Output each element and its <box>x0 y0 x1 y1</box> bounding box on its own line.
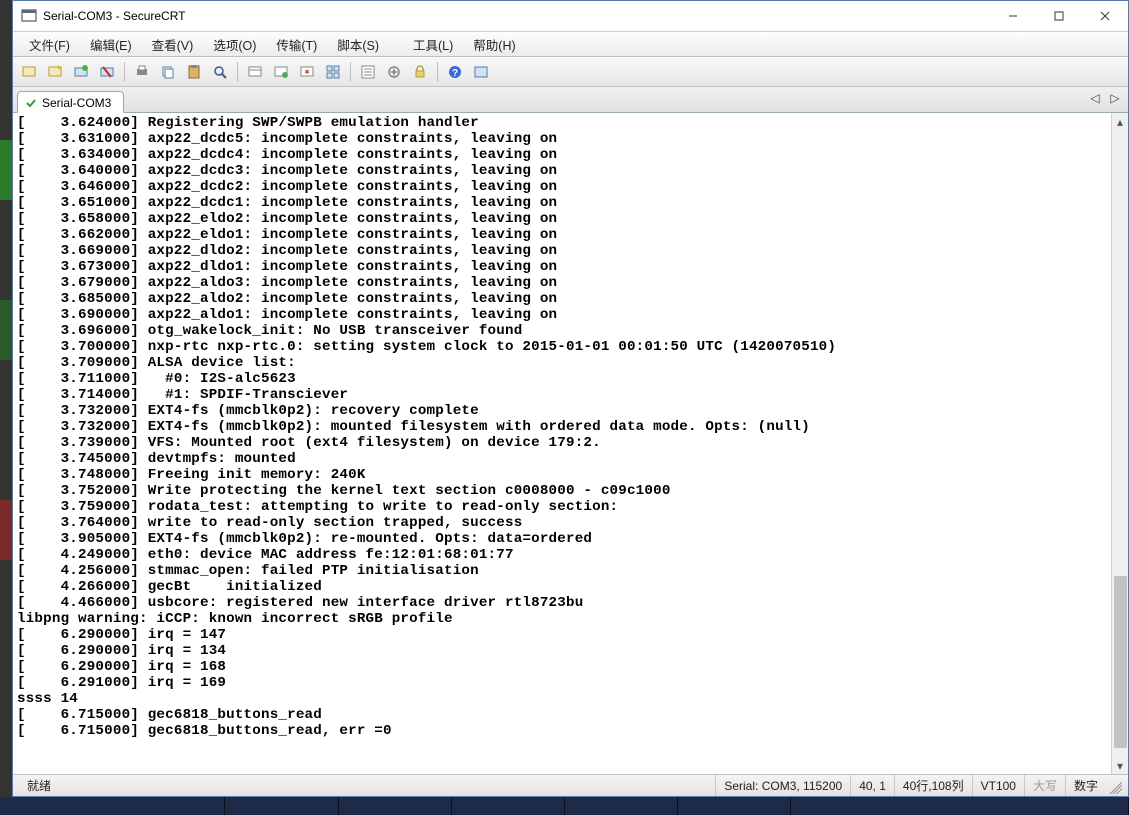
status-connection: Serial: COM3, 115200 <box>715 775 850 796</box>
status-emulation: VT100 <box>972 775 1024 796</box>
svg-text:✶: ✶ <box>303 67 311 77</box>
paste-icon[interactable] <box>182 60 206 84</box>
svg-text:?: ? <box>452 68 458 79</box>
tile-icon[interactable] <box>321 60 345 84</box>
new-session-icon[interactable]: ✶ <box>295 60 319 84</box>
tabstrip: Serial-COM3 ◁ ▷ <box>13 87 1128 113</box>
scroll-up-icon[interactable]: ▴ <box>1112 113 1128 130</box>
window-title: Serial-COM3 - SecureCRT <box>43 9 185 23</box>
desktop-fragment <box>0 0 12 815</box>
app-window: Serial-COM3 - SecureCRT 文件(F) 编辑(E) 查看(V… <box>12 0 1129 797</box>
menu-file[interactable]: 文件(F) <box>19 32 80 57</box>
resize-grip-icon[interactable] <box>1106 778 1122 794</box>
statusbar: 就绪 Serial: COM3, 115200 40, 1 40行,108列 V… <box>13 774 1128 796</box>
tab-serial-com3[interactable]: Serial-COM3 <box>17 91 124 113</box>
toolbar: ✶ ? <box>13 57 1128 87</box>
about-icon[interactable] <box>469 60 493 84</box>
print-icon[interactable] <box>130 60 154 84</box>
status-ready: 就绪 <box>19 775 59 796</box>
close-button[interactable] <box>1082 1 1128 31</box>
status-caps: 大写 <box>1024 775 1065 796</box>
help-icon[interactable]: ? <box>443 60 467 84</box>
terminal-area: [ 3.624000] Registering SWP/SWPB emulati… <box>13 113 1128 774</box>
quick-connect-icon[interactable] <box>43 60 67 84</box>
vertical-scrollbar[interactable]: ▴ ▾ <box>1111 113 1128 774</box>
tab-next-icon[interactable]: ▷ <box>1108 91 1122 105</box>
reconnect-icon[interactable] <box>69 60 93 84</box>
connected-icon <box>24 96 38 110</box>
menu-transfer[interactable]: 传输(T) <box>266 32 327 57</box>
menu-script[interactable]: 脚本(S) <box>327 32 389 57</box>
titlebar[interactable]: Serial-COM3 - SecureCRT <box>13 1 1128 31</box>
menu-view[interactable]: 查看(V) <box>142 32 204 57</box>
copy-icon[interactable] <box>156 60 180 84</box>
menu-help[interactable]: 帮助(H) <box>463 32 525 57</box>
status-cursor: 40, 1 <box>850 775 894 796</box>
menu-edit[interactable]: 编辑(E) <box>80 32 142 57</box>
tab-label: Serial-COM3 <box>42 96 111 110</box>
maximize-button[interactable] <box>1036 1 1082 31</box>
connect-icon[interactable] <box>17 60 41 84</box>
taskbar-fragment <box>0 797 1129 815</box>
menu-options[interactable]: 选项(O) <box>203 32 266 57</box>
menubar: 文件(F) 编辑(E) 查看(V) 选项(O) 传输(T) 脚本(S) 工具(L… <box>13 31 1128 57</box>
app-icon <box>21 8 37 24</box>
menu-tools[interactable]: 工具(L) <box>403 32 463 57</box>
script-icon[interactable] <box>382 60 406 84</box>
terminal-output[interactable]: [ 3.624000] Registering SWP/SWPB emulati… <box>13 113 1111 774</box>
minimize-button[interactable] <box>990 1 1036 31</box>
find-icon[interactable] <box>208 60 232 84</box>
disconnect-icon[interactable] <box>95 60 119 84</box>
status-size: 40行,108列 <box>894 775 972 796</box>
status-num: 数字 <box>1065 775 1106 796</box>
scroll-down-icon[interactable]: ▾ <box>1112 757 1128 774</box>
lock-icon[interactable] <box>408 60 432 84</box>
tab-prev-icon[interactable]: ◁ <box>1088 91 1102 105</box>
properties-icon[interactable] <box>269 60 293 84</box>
sessions-icon[interactable] <box>243 60 267 84</box>
options-icon[interactable] <box>356 60 380 84</box>
scroll-thumb[interactable] <box>1114 576 1127 748</box>
